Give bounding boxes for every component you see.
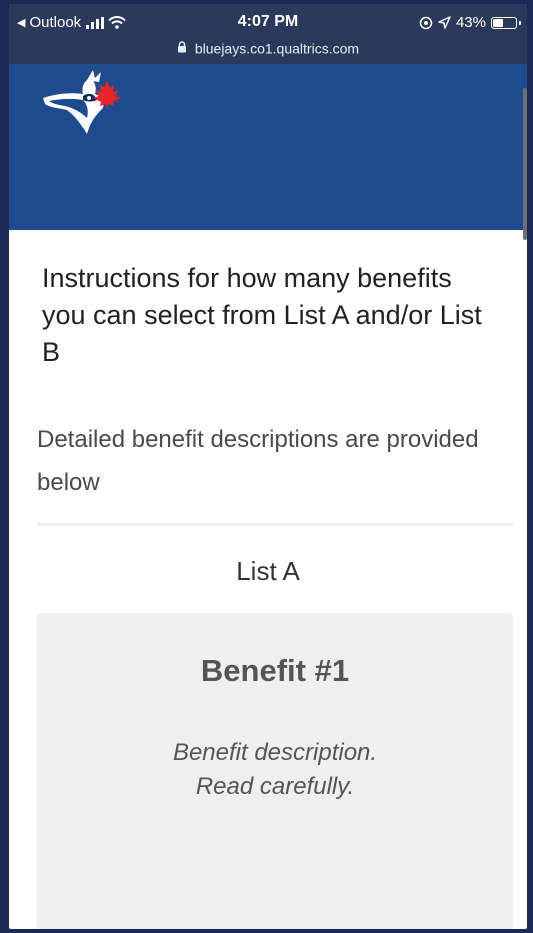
survey-header (9, 64, 527, 230)
benefit-title: Benefit #1 (200, 653, 350, 688)
battery-percent: 43% (455, 14, 486, 31)
status-right: 43% (419, 14, 521, 31)
section-divider (37, 523, 513, 526)
url-text: bluejays.co1.qualtrics.com (194, 40, 360, 57)
benefit-card[interactable]: Benefit #1 Benefit description. Read car… (37, 613, 513, 929)
blue-jays-logo-icon (43, 70, 121, 134)
detail-note: Detailed benefit descriptions are provid… (37, 426, 479, 496)
list-a-title: List A (236, 556, 300, 586)
url-bar[interactable]: bluejays.co1.qualtrics.com (9, 39, 527, 56)
status-bar: ◀ Outlook 4:07 PM 43% bluejays.co1.qualt… (9, 4, 527, 64)
benefit-description-line1: Benefit description. (172, 739, 378, 766)
phone-screen: ◀ Outlook 4:07 PM 43% bluejays.co1.qualt… (9, 4, 527, 929)
benefit-description: Benefit description. Read carefully. (37, 736, 513, 804)
benefit-description-line2: Read carefully. (195, 773, 355, 800)
battery-icon (491, 16, 521, 29)
page-scrollbar[interactable] (523, 88, 527, 240)
lock-icon (177, 41, 186, 53)
orientation-lock-icon (419, 16, 433, 29)
location-icon (438, 16, 451, 29)
instructions-text: Instructions for how many benefits you c… (42, 263, 482, 367)
